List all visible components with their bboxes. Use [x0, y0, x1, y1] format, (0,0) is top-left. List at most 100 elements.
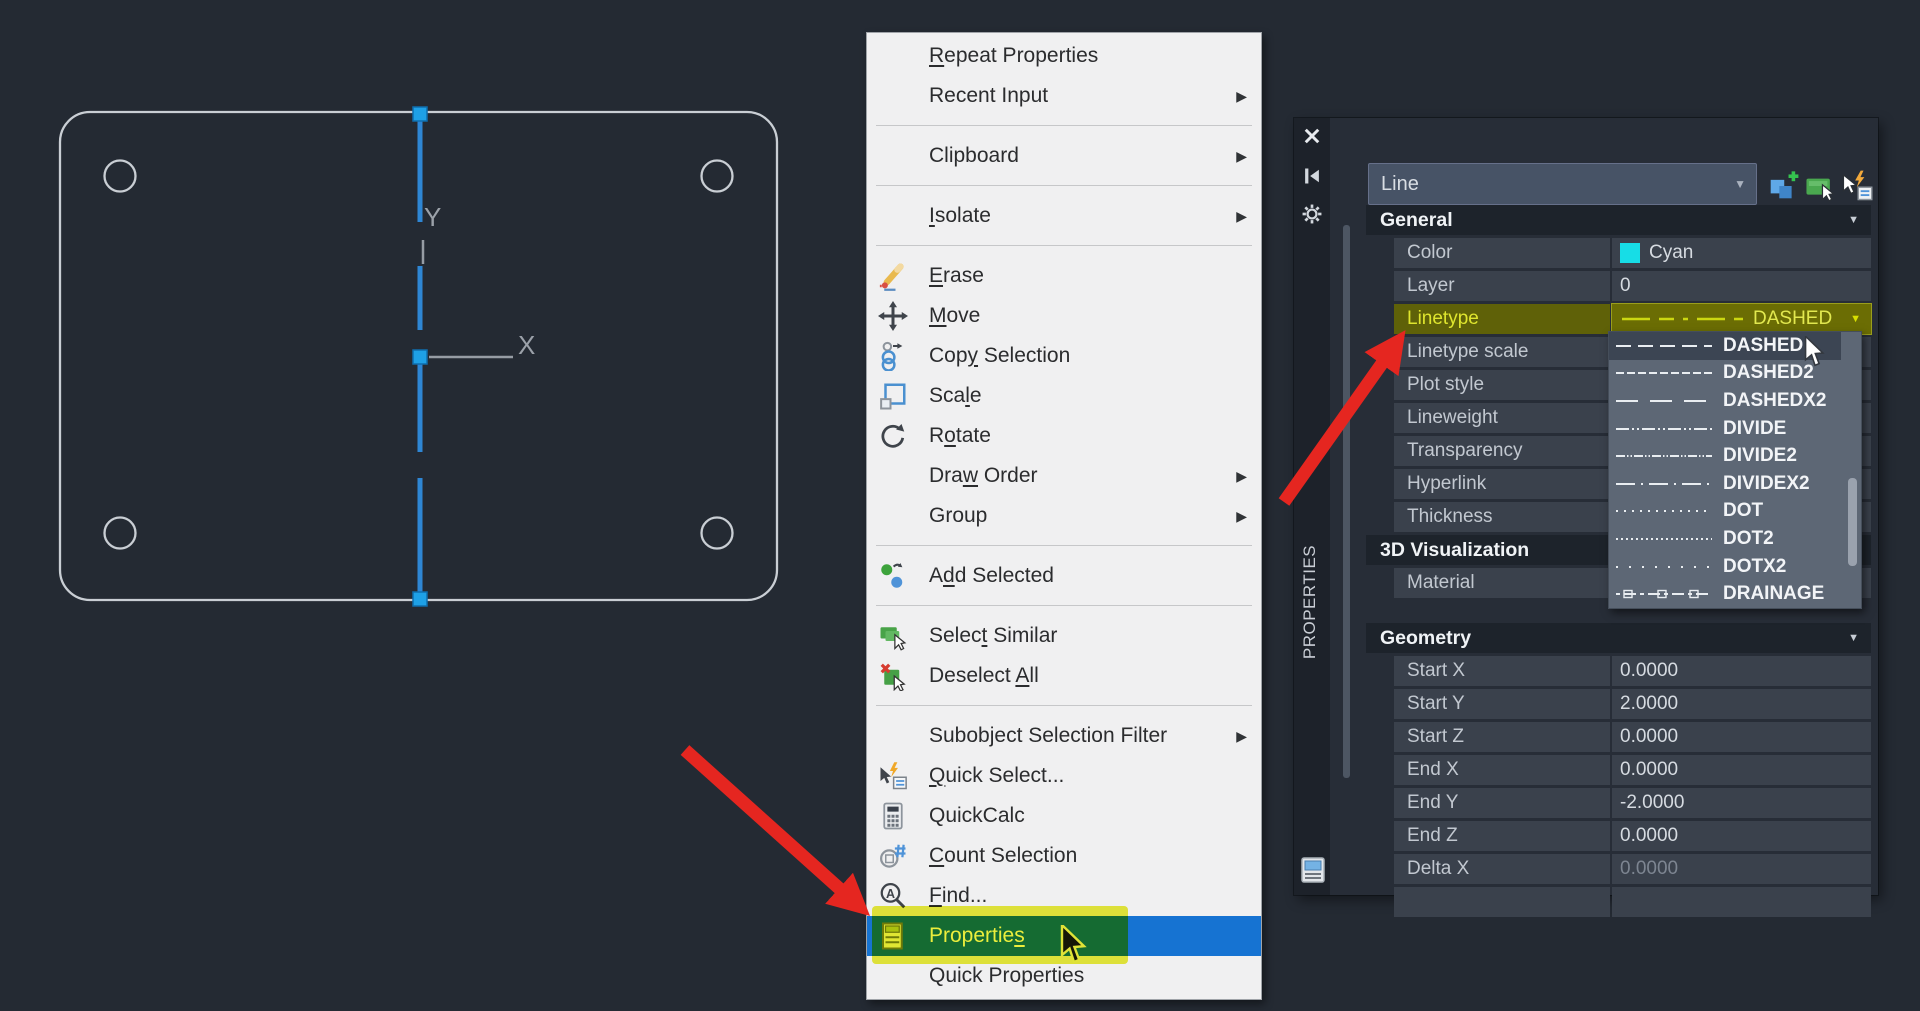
menu-item-label: Repeat Properties	[929, 36, 1098, 76]
drawing-canvas[interactable]: Y X	[0, 0, 860, 1011]
palette-thumbnail-icon[interactable]	[1300, 856, 1326, 884]
property-row-end-x[interactable]: End X0.0000	[1394, 755, 1871, 785]
property-value[interactable]: Cyan	[1612, 238, 1871, 268]
property-label	[1394, 887, 1610, 917]
chevron-down-icon[interactable]: ▼	[1848, 623, 1859, 653]
property-label: Color	[1394, 238, 1610, 268]
menu-item-deselect-all[interactable]: Deselect All	[867, 656, 1261, 696]
section-header-general[interactable]: General▼	[1366, 205, 1871, 235]
linetype-option-dashedx2[interactable]: DASHEDX2	[1609, 387, 1861, 415]
property-value[interactable]: 0	[1612, 271, 1871, 301]
menu-item-copy-selection[interactable]: Copy Selection	[867, 336, 1261, 376]
menu-separator	[867, 236, 1261, 256]
menu-item-recent-input[interactable]: Recent Input▶	[867, 76, 1261, 116]
linetype-preview-icon	[1614, 421, 1714, 437]
select-objects-icon[interactable]	[1804, 170, 1836, 202]
linetype-option-divide2[interactable]: DIVIDE2	[1609, 442, 1861, 470]
linetype-option-dot2[interactable]: DOT2	[1609, 525, 1861, 553]
menu-item-erase[interactable]: Erase	[867, 256, 1261, 296]
menu-item-quickcalc[interactable]: QuickCalc	[867, 796, 1261, 836]
menu-item-clipboard[interactable]: Clipboard▶	[867, 136, 1261, 176]
quick-select-panel-icon[interactable]	[1841, 170, 1873, 202]
palette-scrollbar[interactable]	[1343, 225, 1350, 778]
scale-icon	[878, 381, 908, 411]
property-label: Plot style	[1394, 370, 1610, 400]
menu-item-label: Clipboard	[929, 136, 1019, 176]
property-value[interactable]: 0.0000	[1612, 755, 1871, 785]
property-row-empty[interactable]	[1394, 887, 1871, 917]
property-value[interactable]: -2.0000	[1612, 788, 1871, 818]
chevron-down-icon[interactable]: ▼	[1850, 304, 1861, 334]
section-header-geometry[interactable]: Geometry▼	[1366, 623, 1871, 653]
linetype-option-dotx2[interactable]: DOTX2	[1609, 553, 1861, 581]
property-row-end-y[interactable]: End Y-2.0000	[1394, 788, 1871, 818]
hole-top-right	[702, 161, 733, 192]
dropdown-scrollbar-thumb[interactable]	[1848, 478, 1857, 566]
select-similar-icon	[878, 621, 908, 651]
property-row-layer[interactable]: Layer 0	[1394, 271, 1871, 301]
menu-item-move[interactable]: Move	[867, 296, 1261, 336]
chevron-down-icon[interactable]: ▼	[1848, 205, 1859, 235]
value-text: 0	[1620, 271, 1631, 301]
menu-item-subobject-selection-filter[interactable]: Subobject Selection Filter▶	[867, 716, 1261, 756]
object-type-selector[interactable]: Line ▼	[1368, 163, 1757, 205]
gear-icon[interactable]	[1302, 204, 1322, 224]
linetype-option-dividex2[interactable]: DIVIDEX2	[1609, 470, 1861, 498]
linetype-preview-icon	[1614, 393, 1714, 409]
menu-item-add-selected[interactable]: Add Selected	[867, 556, 1261, 596]
menu-item-draw-order[interactable]: Draw Order▶	[867, 456, 1261, 496]
menu-item-quick-select[interactable]: Quick Select...	[867, 756, 1261, 796]
linetype-preview-icon	[1614, 476, 1714, 492]
property-row-start-x[interactable]: Start X0.0000	[1394, 656, 1871, 686]
menu-item-select-similar[interactable]: Select Similar	[867, 616, 1261, 656]
property-row-delta-x[interactable]: Delta X0.0000	[1394, 854, 1871, 884]
value-text: 2.0000	[1620, 689, 1678, 719]
auto-hide-icon[interactable]	[1302, 166, 1322, 186]
menu-item-label: Scale	[929, 376, 982, 416]
property-row-color[interactable]: Color Cyan	[1394, 238, 1871, 268]
menu-item-label: Erase	[929, 256, 984, 296]
property-row-start-y[interactable]: Start Y2.0000	[1394, 689, 1871, 719]
menu-item-count-selection[interactable]: Count Selection	[867, 836, 1261, 876]
property-value[interactable]: 0.0000	[1612, 656, 1871, 686]
yellow-highlighter-annotation	[872, 906, 1128, 964]
hole-top-left	[105, 161, 136, 192]
linetype-option-label: DOTX2	[1723, 556, 1786, 578]
property-label: End Z	[1394, 821, 1610, 851]
menu-item-label: Group	[929, 496, 987, 536]
menu-item-label: Add Selected	[929, 556, 1054, 596]
menu-item-repeat-properties[interactable]: Repeat Properties	[867, 36, 1261, 76]
linetype-option-divide[interactable]: DIVIDE	[1609, 415, 1861, 443]
property-row-end-z[interactable]: End Z0.0000	[1394, 821, 1871, 851]
property-label: Layer	[1394, 271, 1610, 301]
property-value[interactable]: 0.0000	[1612, 854, 1871, 884]
property-value[interactable]: DASHED▼	[1612, 304, 1871, 334]
property-row-linetype[interactable]: LinetypeDASHED▼	[1394, 304, 1871, 334]
pickadd-toggle-icon[interactable]	[1767, 170, 1799, 202]
autocad-screen: Y X Repeat PropertiesRecent Input▶ Clipbo…	[0, 0, 1920, 1011]
property-value[interactable]: 2.0000	[1612, 689, 1871, 719]
menu-item-group[interactable]: Group▶	[867, 496, 1261, 536]
hole-bottom-right	[702, 518, 733, 549]
linetype-option-drainage[interactable]: DRAINAGE	[1609, 580, 1861, 608]
add-selected-icon	[878, 561, 908, 591]
value-text: Cyan	[1649, 238, 1693, 268]
menu-item-isolate[interactable]: Isolate▶	[867, 196, 1261, 236]
property-value[interactable]: 0.0000	[1612, 722, 1871, 752]
menu-item-label: Select Similar	[929, 616, 1057, 656]
linetype-option-dot[interactable]: DOT	[1609, 498, 1861, 526]
linetype-preview-icon	[1614, 365, 1714, 381]
property-label: Transparency	[1394, 436, 1610, 466]
move-icon	[878, 301, 908, 331]
menu-item-rotate[interactable]: Rotate	[867, 416, 1261, 456]
property-row-start-z[interactable]: Start Z0.0000	[1394, 722, 1871, 752]
chevron-down-icon: ▼	[1734, 164, 1746, 204]
deselect-all-icon	[878, 661, 908, 691]
close-icon[interactable]	[1302, 126, 1322, 146]
ucs-axes	[423, 240, 513, 357]
linetype-preview-icon	[1614, 338, 1714, 354]
linetype-option-label: DIVIDE	[1723, 418, 1786, 440]
menu-item-scale[interactable]: Scale	[867, 376, 1261, 416]
property-value[interactable]	[1612, 887, 1871, 917]
property-value[interactable]: 0.0000	[1612, 821, 1871, 851]
